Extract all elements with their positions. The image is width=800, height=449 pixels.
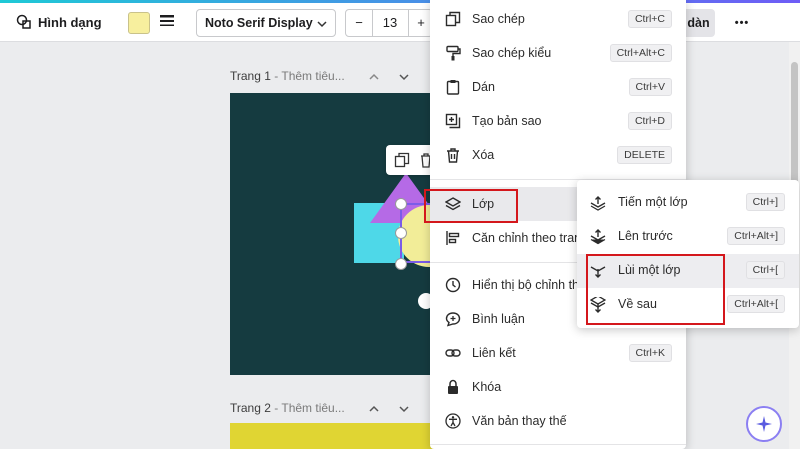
link-icon: [444, 344, 462, 362]
menu-item-label: Khóa: [472, 380, 502, 394]
decrease-size-button[interactable]: −: [346, 10, 373, 36]
shortcut-label: Ctrl+D: [627, 112, 672, 130]
page-1-header: Trang 1 - Thêm tiêu...: [230, 69, 345, 83]
layer-submenu: Tiến một lớp Ctrl+] Lên trước Ctrl+Alt+]…: [577, 180, 799, 328]
submenu-item-label: Về sau: [618, 297, 657, 311]
page-2-collapse-icon[interactable]: [368, 402, 380, 414]
chevron-down-icon: [317, 21, 327, 28]
menu-item-delete[interactable]: Xóa DELETE: [430, 138, 686, 172]
shortcut-label: Ctrl+V: [628, 78, 672, 96]
menu-item-label: Bình luận: [472, 312, 525, 326]
copy-icon: [444, 10, 462, 28]
menu-item-copy-style[interactable]: Sao chép kiểu Ctrl+Alt+C: [430, 36, 686, 70]
shortcut-label: Ctrl+Alt+]: [727, 227, 785, 245]
resize-handle[interactable]: [395, 258, 407, 270]
font-size-input[interactable]: 13: [373, 10, 407, 36]
shortcut-label: Ctrl+Alt+[: [727, 295, 785, 313]
comment-icon: [444, 310, 462, 328]
page-1-collapse-icon[interactable]: [368, 70, 380, 82]
resize-handle[interactable]: [395, 227, 407, 239]
page-1-expand-icon[interactable]: [398, 70, 410, 82]
spacing-label: dàn: [687, 16, 710, 30]
shortcut-label: DELETE: [617, 146, 672, 164]
menu-item-paste[interactable]: Dán Ctrl+V: [430, 70, 686, 104]
menu-item-label: Dán: [472, 80, 495, 94]
menu-item-link[interactable]: Liên kết Ctrl+K: [430, 336, 686, 370]
sparkle-icon: [756, 416, 772, 432]
submenu-item-label: Lên trước: [618, 229, 673, 243]
page-2-title: Trang 2: [230, 401, 271, 415]
accessibility-icon: [444, 412, 462, 430]
page-2-expand-icon[interactable]: [398, 402, 410, 414]
submenu-item-send-to-back[interactable]: Về sau Ctrl+Alt+[: [577, 288, 799, 322]
clock-icon: [444, 276, 462, 294]
menu-item-label: Căn chỉnh theo trang: [472, 231, 589, 245]
clipboard-icon: [444, 78, 462, 96]
lines-icon: [160, 15, 174, 26]
align-icon: [444, 229, 462, 247]
menu-item-label: Liên kết: [472, 346, 516, 360]
paint-roller-icon: [444, 44, 462, 62]
shape-icon: [16, 14, 31, 29]
menu-item-label: Sao chép kiểu: [472, 46, 552, 60]
magic-assistant-button[interactable]: [746, 406, 782, 442]
layers-icon: [444, 195, 462, 213]
menu-item-label: Sao chép: [472, 12, 525, 26]
resize-handle[interactable]: [395, 198, 407, 210]
lock-icon: [444, 378, 462, 396]
menu-item-alt-text[interactable]: Văn bản thay thế: [430, 404, 686, 438]
bring-to-front-icon: [589, 228, 607, 246]
menu-divider: [430, 444, 686, 445]
submenu-item-label: Lùi một lớp: [618, 263, 681, 277]
spacing-button[interactable]: dàn: [682, 9, 715, 37]
submenu-item-label: Tiến một lớp: [618, 195, 688, 209]
slide-1[interactable]: [230, 93, 440, 375]
border-style-button[interactable]: [159, 13, 175, 29]
menu-item-label: Văn bản thay thế: [472, 414, 567, 428]
menu-item-copy[interactable]: Sao chép Ctrl+C: [430, 2, 686, 36]
submenu-item-bring-forward[interactable]: Tiến một lớp Ctrl+]: [577, 186, 799, 220]
send-to-back-icon: [589, 296, 607, 314]
page-2-header: Trang 2 - Thêm tiêu...: [230, 401, 345, 415]
font-size-stepper: − 13 +: [345, 9, 433, 37]
more-button[interactable]: •••: [728, 9, 756, 37]
shortcut-label: Ctrl+K: [628, 344, 672, 362]
slide-2[interactable]: [230, 423, 440, 449]
menu-item-label: Lớp: [472, 197, 495, 211]
font-family-select[interactable]: Noto Serif Display: [196, 9, 336, 37]
send-backward-icon: [589, 262, 607, 280]
menu-item-label: Tạo bản sao: [472, 114, 542, 128]
page-1-subtitle[interactable]: - Thêm tiêu...: [271, 69, 344, 83]
shape-button[interactable]: Hình dạng: [16, 9, 102, 35]
fill-color-swatch[interactable]: [128, 12, 150, 34]
menu-item-lock[interactable]: Khóa: [430, 370, 686, 404]
submenu-item-send-backward[interactable]: Lùi một lớp Ctrl+[: [577, 254, 799, 288]
trash-icon: [444, 146, 462, 164]
font-family-value: Noto Serif Display: [205, 16, 313, 30]
more-icon: •••: [734, 17, 750, 29]
page-1-title: Trang 1: [230, 69, 271, 83]
duplicate-icon: [444, 112, 462, 130]
menu-item-duplicate[interactable]: Tạo bản sao Ctrl+D: [430, 104, 686, 138]
duplicate-icon[interactable]: [394, 152, 410, 168]
shortcut-label: Ctrl+[: [745, 261, 785, 279]
submenu-item-bring-to-front[interactable]: Lên trước Ctrl+Alt+]: [577, 220, 799, 254]
page-2-subtitle[interactable]: - Thêm tiêu...: [271, 401, 344, 415]
shape-label: Hình dạng: [38, 14, 102, 30]
shortcut-label: Ctrl+Alt+C: [609, 44, 672, 62]
bring-forward-icon: [589, 194, 607, 212]
shortcut-label: Ctrl+]: [745, 193, 785, 211]
shortcut-label: Ctrl+C: [627, 10, 672, 28]
menu-item-label: Xóa: [472, 148, 495, 162]
